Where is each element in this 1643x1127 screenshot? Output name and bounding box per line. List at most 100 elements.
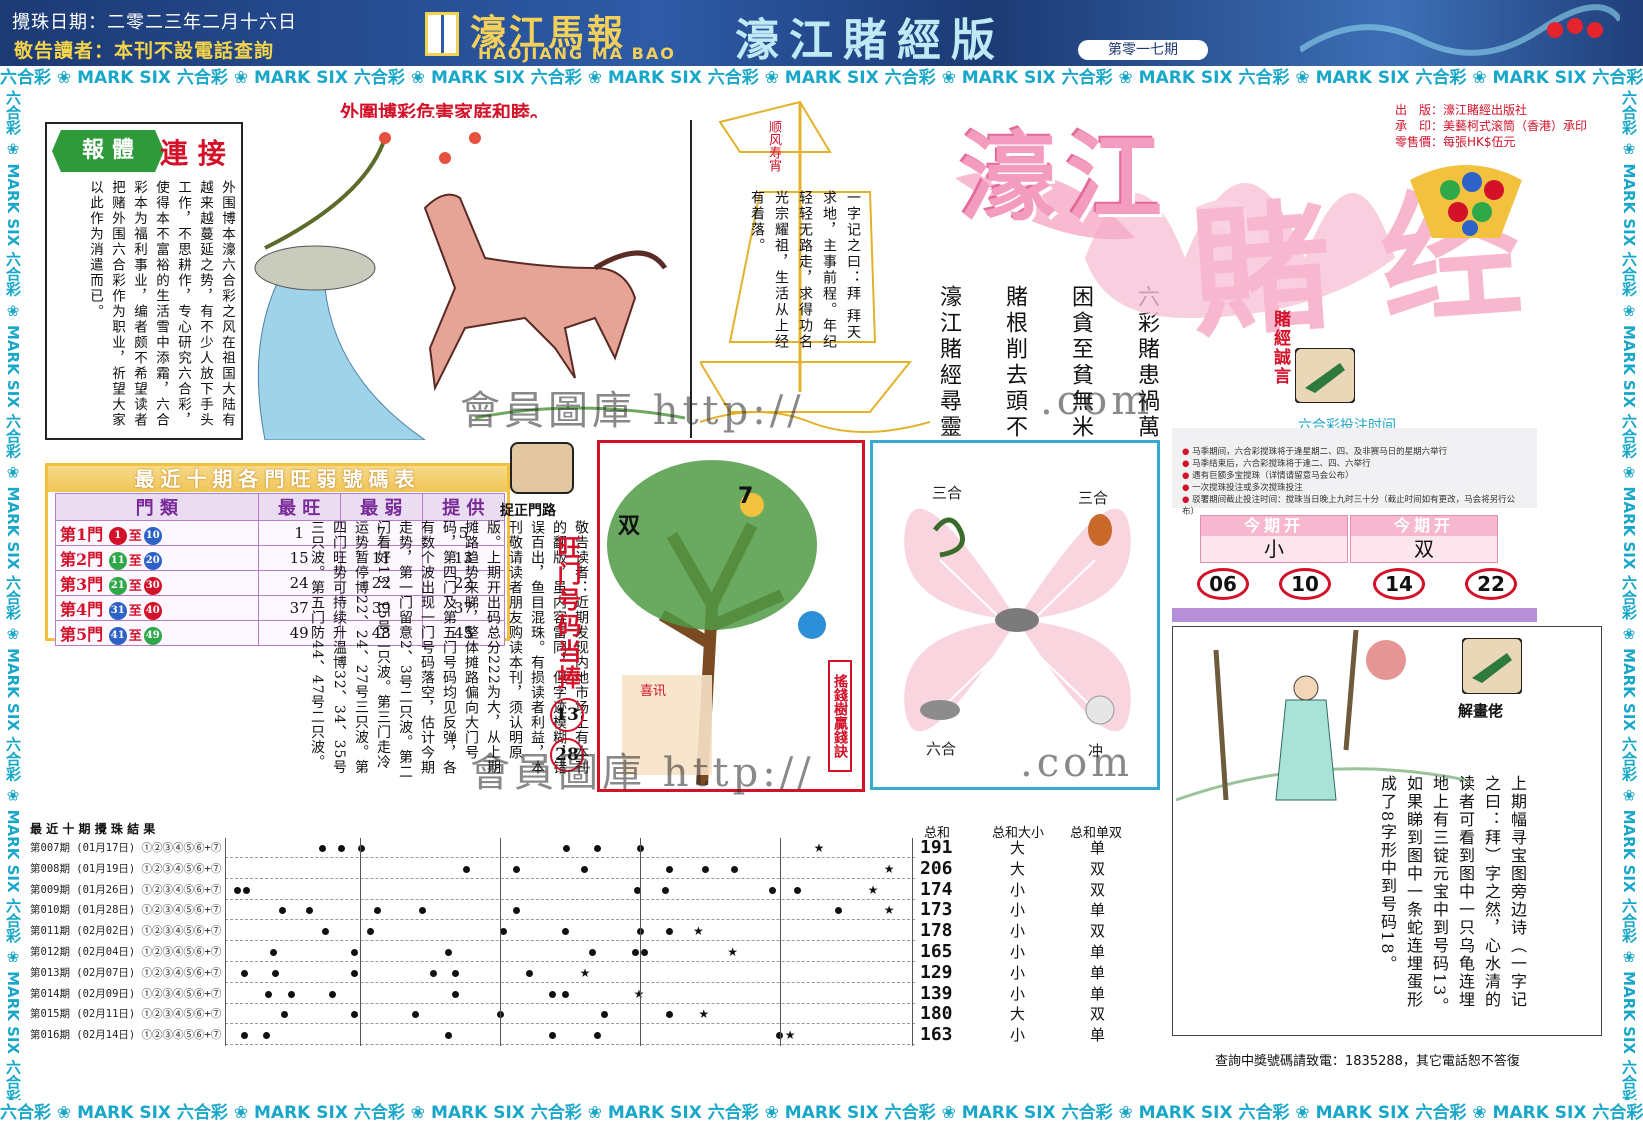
ball-mark <box>730 865 738 873</box>
table-row: 第008期 (01月19日) ①②③④⑤⑥+⑦ ★ <box>30 859 915 880</box>
table-row: 第007期 (01月17日) ①②③④⑤⑥+⑦ ★ <box>30 838 915 859</box>
ball-mark <box>318 845 326 852</box>
ball-mark: ★ <box>633 986 645 1001</box>
table-row: 第011期 (02月02日) ①②③④⑤⑥+⑦ ★ <box>30 921 915 942</box>
sum-oe: 单 <box>1090 984 1106 1003</box>
sum-bs: 小 <box>1010 963 1026 982</box>
schedule-item: 马季期间，六合彩搅珠将于逢星期二、四、及非赛马日的星期六举行 <box>1182 446 1527 458</box>
divider <box>360 838 361 1046</box>
sum-oe: 单 <box>1090 839 1106 857</box>
draw-label: 第010期 (01月28日) ①②③④⑤⑥+⑦ <box>30 904 222 917</box>
table-row: 第014期 (02月09日) ①②③④⑤⑥+⑦ ★ <box>30 984 915 1005</box>
ball-mark <box>241 1032 249 1040</box>
verse-title: 賭經誠言 <box>1270 310 1290 386</box>
sum-sum: 178 <box>920 920 953 942</box>
lottery-balls-icon <box>1410 165 1522 238</box>
draw-label: 第016期 (02月14日) ①②③④⑤⑥+⑦ <box>30 1029 222 1042</box>
schedule-item: 遇有巨额多宝搅珠（详情请留意马会公布） <box>1182 470 1527 482</box>
ball-mark <box>666 865 673 873</box>
ball-mark <box>451 990 459 998</box>
ball-mark: ★ <box>727 945 738 959</box>
ball-mark <box>601 1011 609 1019</box>
draw-dots: ★ <box>225 984 915 1004</box>
sum-sum: 173 <box>920 899 953 921</box>
article-text: 外围博本濠六合彩之风在祖国大陆有越来越蔓延之势，有不少人放下手头工作，不思耕作，… <box>87 180 235 428</box>
ball-mark <box>768 886 776 894</box>
border-strip-right: 六合彩 ❀ MARK SIX 六合彩 ❀ MARK SIX 六合彩 ❀ MARK… <box>1620 90 1638 1100</box>
ball-mark <box>640 949 648 956</box>
money-tree-illustration <box>607 460 826 785</box>
tree-side-label: 搖錢樹贏錢訣 <box>828 660 852 772</box>
hand-coin-icon <box>510 442 574 494</box>
divider <box>780 838 781 1046</box>
divider <box>912 838 913 1046</box>
ball-mark: ★ <box>813 841 825 855</box>
ball-mark <box>525 969 533 977</box>
sum-row: 206 大 双 <box>915 857 1145 880</box>
draw-label: 第009期 (01月26日) ①②③④⑤⑥+⑦ <box>30 883 222 896</box>
pick-number: 13 <box>550 698 584 732</box>
sum-row: 163 小 单 <box>915 1024 1145 1046</box>
table-row: 第010期 (01月28日) ①②③④⑤⑥+⑦ ★ <box>30 900 915 921</box>
border-strip-left: 六合彩 ❀ MARK SIX 六合彩 ❀ MARK SIX 六合彩 ❀ MARK… <box>4 90 22 1100</box>
ball-mark <box>444 949 452 956</box>
sum-sum: 129 <box>920 961 953 983</box>
sum-oe: 单 <box>1090 1026 1106 1045</box>
this-issue-label: 今期开 <box>1351 516 1497 536</box>
sum-bs: 小 <box>1010 922 1026 941</box>
col-header: 門 類 <box>55 493 259 521</box>
table-row: 第012期 (02月04日) ①②③④⑤⑥+⑦ ★ <box>30 942 915 963</box>
ball-mark <box>631 949 639 956</box>
pointing-hand-icon <box>1462 638 1522 694</box>
sum-sum: 180 <box>920 1003 953 1025</box>
article-tag: 報 體 <box>52 130 164 172</box>
ball-mark <box>322 928 330 936</box>
draw-dots: ★ <box>225 942 915 962</box>
ball-mark <box>793 886 801 894</box>
schedule-item: 马季结束后，六合彩搅珠将于逢二、四、六举行 <box>1182 458 1527 470</box>
sum-sum: 163 <box>920 1024 953 1046</box>
ball-mark <box>270 949 277 956</box>
dragon-decoration <box>1300 4 1620 56</box>
border-strip-bottom: 六合彩 ❀ MARK SIX 六合彩 ❀ MARK SIX 六合彩 ❀ MARK… <box>0 1100 1643 1127</box>
draw-dots: ★ <box>225 1025 915 1046</box>
issue-number: 第零一七期 <box>1078 40 1208 60</box>
ball-mark <box>412 1011 420 1019</box>
ball-mark: ★ <box>698 1007 710 1022</box>
odd-even-value: 双 <box>1414 537 1434 561</box>
gate-advice-label: 捉正門路 <box>500 503 556 519</box>
ball-mark <box>430 969 438 977</box>
gate-table-header: 門 類 最 旺 最 弱 提 供 <box>55 493 506 521</box>
results-table: 第007期 (01月17日) ①②③④⑤⑥+⑦ ★ 第008期 (01月19日) ①… <box>30 838 915 1046</box>
sum-bs: 大 <box>1010 839 1026 857</box>
ball-mark <box>279 907 286 915</box>
col-header: 提 供 <box>421 493 506 521</box>
sum-row: 173 小 单 <box>915 900 1145 921</box>
article-tag-title: 連 接 <box>160 137 226 170</box>
ball-mark: ★ <box>883 903 895 918</box>
ball-mark <box>588 949 596 956</box>
ball-mark <box>662 886 670 894</box>
draw-label: 第012期 (02月04日) ①②③④⑤⑥+⑦ <box>30 946 222 958</box>
ball-mark <box>581 865 589 873</box>
ball-mark <box>500 928 508 936</box>
draw-dots: ★ <box>225 900 915 921</box>
this-issue-label: 今期开 <box>1201 516 1347 536</box>
sum-oe: 双 <box>1090 880 1106 899</box>
sum-bs: 小 <box>1010 942 1026 961</box>
draw-label: 第014期 (02月09日) ①②③④⑤⑥+⑦ <box>30 987 222 1000</box>
zodiac-label-liuhe: 六合 <box>926 740 957 758</box>
ball-mark <box>234 886 241 894</box>
sum-bs: 小 <box>1010 1026 1026 1045</box>
ball-mark <box>288 990 295 998</box>
watermark: .com <box>1020 740 1134 786</box>
sum-sum: 206 <box>920 857 953 879</box>
boat-verse: 一字记之曰：拜 拜天求地，主事前程。年纪轻轻无路走，求得功名光宗耀祖，生活从上经… <box>749 190 861 350</box>
col-header: 最 旺 <box>257 493 341 521</box>
pointing-hand-icon <box>1295 348 1355 403</box>
big-small-box: 今期开小 <box>1200 515 1348 563</box>
watermark: .com <box>1040 378 1154 424</box>
gate-label: 第3門 <box>60 575 104 594</box>
edition-title: 濠江賭經版 <box>735 15 1005 66</box>
sum-sum: 165 <box>920 940 953 962</box>
